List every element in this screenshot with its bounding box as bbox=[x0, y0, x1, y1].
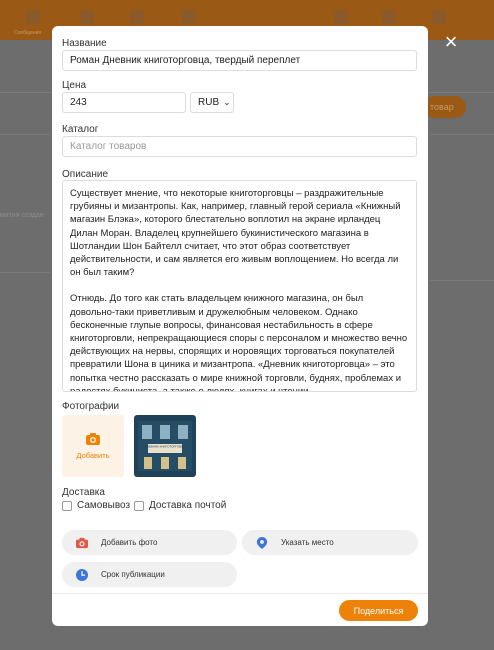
clock-icon bbox=[76, 568, 88, 581]
publication-period-label: Срок публикации bbox=[101, 570, 165, 579]
pickup-label: Самовывоз bbox=[77, 500, 131, 511]
pickup-checkbox[interactable] bbox=[62, 500, 72, 511]
mail-delivery-label: Доставка почтой bbox=[149, 500, 227, 511]
background-text: мятия создан bbox=[0, 212, 44, 219]
currency-select[interactable]: RUB ⌄ bbox=[190, 92, 234, 113]
price-label: Цена bbox=[62, 80, 87, 91]
name-label: Название bbox=[62, 38, 107, 49]
close-button[interactable]: × bbox=[440, 31, 462, 54]
background-button: товар bbox=[424, 96, 466, 118]
currency-value: RUB bbox=[198, 97, 220, 108]
specify-place-label: Указать место bbox=[281, 538, 334, 547]
location-pin-icon bbox=[256, 536, 268, 549]
notifications-icon bbox=[130, 10, 144, 24]
camera-icon bbox=[76, 537, 88, 548]
discussions-icon bbox=[80, 10, 94, 24]
video-icon bbox=[432, 10, 446, 24]
photo-thumbnail[interactable]: ДНЕВНИК КНИГОТОРГОВЦА bbox=[134, 415, 196, 477]
divider bbox=[430, 134, 494, 135]
divider bbox=[52, 593, 428, 594]
price-input[interactable]: 243 bbox=[62, 92, 186, 113]
add-photo-label: Добавить bbox=[76, 450, 110, 460]
add-photo-button-label: Добавить фото bbox=[101, 538, 158, 547]
specify-place-button[interactable]: Указать место bbox=[242, 530, 418, 555]
chevron-down-icon: ⌄ bbox=[223, 97, 231, 107]
add-photo-tile[interactable]: Добавить bbox=[62, 415, 124, 477]
mail-delivery-checkbox[interactable] bbox=[134, 500, 144, 511]
guests-icon bbox=[182, 10, 196, 24]
book-cover-title: ДНЕВНИК КНИГОТОРГОВЦА bbox=[144, 445, 185, 449]
name-input[interactable]: Роман Дневник книготорговца, твердый пер… bbox=[62, 50, 417, 71]
topbar-label: Сообщения bbox=[14, 30, 42, 36]
divider bbox=[0, 272, 50, 273]
description-textarea[interactable]: Существует мнение, что некоторые книгото… bbox=[62, 180, 417, 392]
publication-period-button[interactable]: Срок публикации bbox=[62, 562, 237, 587]
description-label: Описание bbox=[62, 169, 109, 180]
camera-icon bbox=[86, 432, 100, 445]
divider bbox=[430, 280, 494, 281]
pickup-option[interactable]: Самовывоз bbox=[62, 500, 130, 511]
delivery-label: Доставка bbox=[62, 487, 105, 498]
divider bbox=[0, 134, 50, 135]
book-cover-image: ДНЕВНИК КНИГОТОРГОВЦА bbox=[134, 415, 196, 477]
description-paragraph: Существует мнение, что некоторые книгото… bbox=[70, 188, 404, 279]
events-icon bbox=[334, 10, 348, 24]
catalog-input[interactable]: Каталог товаров bbox=[62, 136, 417, 157]
add-photo-button[interactable]: Добавить фото bbox=[62, 530, 237, 555]
music-icon bbox=[382, 10, 396, 24]
catalog-label: Каталог bbox=[62, 124, 99, 135]
create-product-modal: Название Роман Дневник книготорговца, тв… bbox=[52, 26, 428, 626]
share-button[interactable]: Поделиться bbox=[339, 600, 418, 621]
photos-label: Фотографии bbox=[62, 401, 120, 412]
mail-delivery-option[interactable]: Доставка почтой bbox=[134, 500, 226, 511]
messages-icon bbox=[26, 10, 40, 24]
description-paragraph: Отнюдь. До того как стать владельцем кни… bbox=[70, 293, 410, 392]
